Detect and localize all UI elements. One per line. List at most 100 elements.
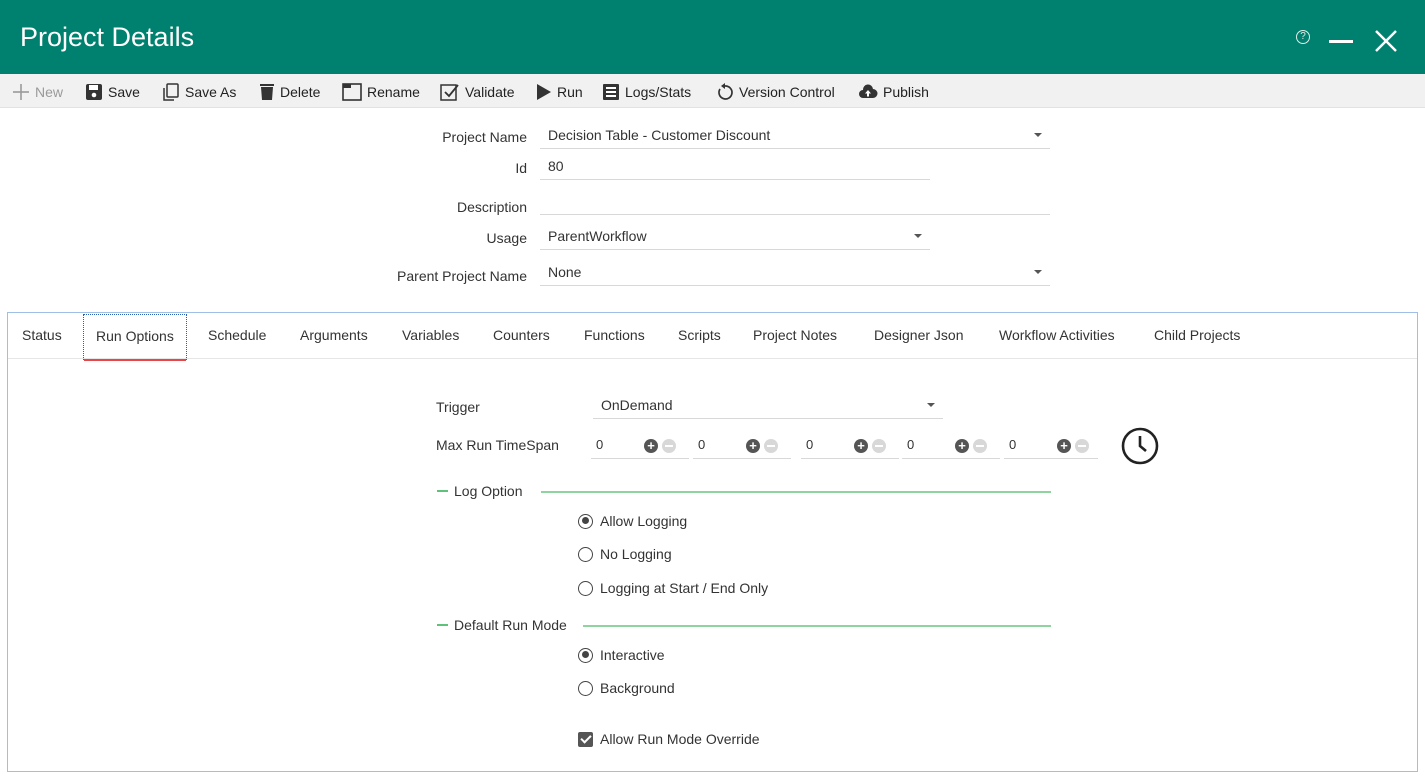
id-field[interactable]: 80 xyxy=(540,154,930,180)
project-name-select[interactable]: Decision Table - Customer Discount xyxy=(540,123,1050,149)
logs-stats-button[interactable]: Logs/Stats xyxy=(602,82,691,102)
run-label: Run xyxy=(557,84,583,100)
tab-run-options[interactable]: Run Options xyxy=(83,314,187,361)
parent-project-value: None xyxy=(548,264,582,280)
publish-button[interactable]: Publish xyxy=(858,82,929,102)
undo-icon xyxy=(718,83,733,100)
minus-icon[interactable] xyxy=(973,439,987,453)
chevron-down-icon xyxy=(927,403,935,407)
clock-icon[interactable] xyxy=(1119,426,1161,466)
rename-button[interactable]: Rename xyxy=(342,82,420,102)
tab-functions[interactable]: Functions xyxy=(584,327,645,343)
description-field[interactable] xyxy=(540,189,1050,215)
chevron-down-icon xyxy=(1034,133,1042,137)
radio-selected-icon xyxy=(578,647,593,663)
timespan-value: 0 xyxy=(907,437,915,452)
timespan-minutes-stepper[interactable]: 0 + xyxy=(801,433,899,459)
radio-unselected-icon xyxy=(578,580,593,596)
minus-icon[interactable] xyxy=(872,439,886,453)
tab-panel: Status Run Options Schedule Arguments Va… xyxy=(7,312,1418,772)
save-button[interactable]: Save xyxy=(85,82,140,102)
plus-icon[interactable]: + xyxy=(955,439,969,453)
section-dash xyxy=(437,490,448,492)
allow-run-mode-override-checkbox[interactable]: Allow Run Mode Override xyxy=(578,731,760,747)
log-option-no-logging[interactable]: No Logging xyxy=(578,546,672,562)
plus-icon xyxy=(13,84,29,100)
cloud-upload-icon xyxy=(859,84,878,98)
run-button[interactable]: Run xyxy=(536,82,583,102)
tab-project-notes[interactable]: Project Notes xyxy=(753,327,837,343)
plus-icon[interactable]: + xyxy=(644,439,658,453)
close-icon[interactable] xyxy=(1371,26,1401,56)
version-control-label: Version Control xyxy=(739,84,835,100)
plus-icon[interactable]: + xyxy=(1057,439,1071,453)
trigger-select[interactable]: OnDemand xyxy=(593,393,943,419)
usage-select[interactable]: ParentWorkflow xyxy=(540,224,930,250)
description-label: Description xyxy=(456,199,527,215)
active-tab-underline xyxy=(84,359,186,361)
timespan-hours-stepper[interactable]: 0 + xyxy=(693,433,791,459)
version-control-button[interactable]: Version Control xyxy=(716,82,835,102)
new-label: New xyxy=(35,84,64,100)
delete-label: Delete xyxy=(280,84,321,100)
timespan-value: 0 xyxy=(596,437,604,452)
title-bar: Project Details ? xyxy=(0,0,1425,74)
project-name-label: Project Name xyxy=(442,129,527,145)
radio-selected-icon xyxy=(578,513,593,529)
run-mode-interactive[interactable]: Interactive xyxy=(578,647,665,663)
run-mode-label-1: Background xyxy=(600,680,675,696)
save-as-button[interactable]: Save As xyxy=(162,82,236,102)
minus-icon[interactable] xyxy=(1075,439,1089,453)
run-mode-header: Default Run Mode xyxy=(437,617,567,633)
timespan-value: 0 xyxy=(806,437,814,452)
minus-icon[interactable] xyxy=(662,439,676,453)
timespan-value: 0 xyxy=(1009,437,1017,452)
validate-button[interactable]: Validate xyxy=(440,82,515,102)
project-name-value: Decision Table - Customer Discount xyxy=(548,127,771,143)
section-divider xyxy=(583,625,1051,627)
log-option-start-end[interactable]: Logging at Start / End Only xyxy=(578,580,768,596)
tab-child-projects[interactable]: Child Projects xyxy=(1154,327,1240,343)
id-value: 80 xyxy=(548,158,564,174)
timespan-value: 0 xyxy=(698,437,706,452)
allow-run-mode-override-label: Allow Run Mode Override xyxy=(600,731,760,747)
trigger-label: Trigger xyxy=(436,399,480,415)
timespan-days-stepper[interactable]: 0 + xyxy=(591,433,689,459)
trash-icon xyxy=(260,84,274,100)
tab-counters[interactable]: Counters xyxy=(493,327,550,343)
radio-unselected-icon xyxy=(578,546,593,562)
minus-icon[interactable] xyxy=(764,439,778,453)
tab-scripts[interactable]: Scripts xyxy=(678,327,721,343)
id-label: Id xyxy=(515,160,527,176)
tab-variables[interactable]: Variables xyxy=(402,327,459,343)
help-icon[interactable]: ? xyxy=(1296,30,1310,44)
tab-bar: Status Run Options Schedule Arguments Va… xyxy=(8,313,1417,361)
validate-icon xyxy=(440,84,459,101)
chevron-down-icon xyxy=(914,234,922,238)
plus-icon[interactable]: + xyxy=(854,439,868,453)
logs-stats-label: Logs/Stats xyxy=(625,84,692,100)
timespan-milliseconds-stepper[interactable]: 0 + xyxy=(1004,433,1098,459)
tab-arguments[interactable]: Arguments xyxy=(300,327,368,343)
max-run-timespan-label: Max Run TimeSpan xyxy=(436,437,559,453)
run-mode-background[interactable]: Background xyxy=(578,680,675,696)
tab-workflow-activities[interactable]: Workflow Activities xyxy=(999,327,1115,343)
log-option-label-2: Logging at Start / End Only xyxy=(600,580,769,596)
tab-status[interactable]: Status xyxy=(22,327,62,343)
new-button[interactable]: New xyxy=(12,82,63,102)
usage-label: Usage xyxy=(486,230,527,246)
section-divider xyxy=(541,491,1051,493)
tab-run-options-label: Run Options xyxy=(96,328,174,344)
project-form: Project Name Decision Table - Customer D… xyxy=(7,109,1418,312)
timespan-seconds-stepper[interactable]: 0 + xyxy=(902,433,1000,459)
parent-project-select[interactable]: None xyxy=(540,260,1050,286)
run-mode-label-0: Interactive xyxy=(600,647,665,663)
toolbar: New Save Save As Delete Rename Validate … xyxy=(0,74,1425,108)
log-option-allow-logging[interactable]: Allow Logging xyxy=(578,513,687,529)
delete-button[interactable]: Delete xyxy=(259,82,320,102)
tab-designer-json[interactable]: Designer Json xyxy=(874,327,964,343)
tab-schedule[interactable]: Schedule xyxy=(208,327,266,343)
plus-icon[interactable]: + xyxy=(746,439,760,453)
log-option-label: Log Option xyxy=(454,483,523,499)
minimize-icon[interactable] xyxy=(1329,40,1353,43)
